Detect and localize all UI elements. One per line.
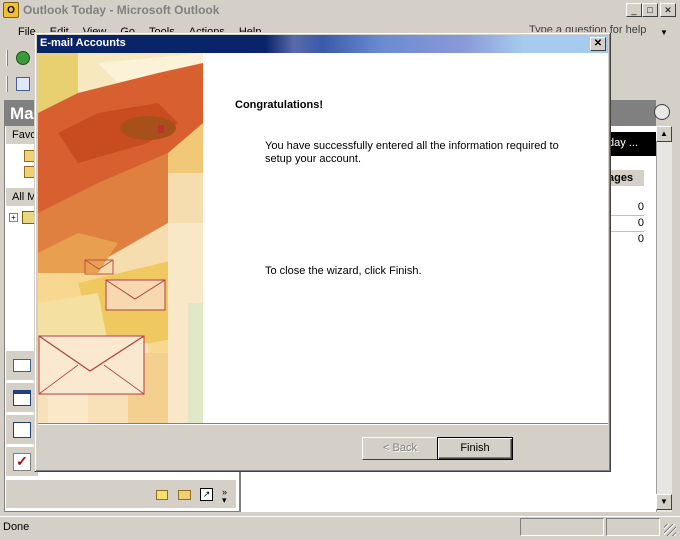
- status-cell-1: [520, 518, 604, 536]
- main-titlebar: O Outlook Today - Microsoft Outlook: [0, 0, 680, 20]
- close-button[interactable]: ✕: [660, 3, 676, 17]
- vertical-scrollbar[interactable]: [656, 126, 672, 512]
- address-book-icon[interactable]: [16, 77, 30, 91]
- dialog-close-button[interactable]: ✕: [590, 37, 606, 51]
- resize-grip-icon[interactable]: [664, 524, 676, 536]
- maximize-button[interactable]: □: [642, 3, 658, 17]
- inbox-count: 0: [637, 201, 644, 213]
- back-button[interactable]: < Back: [362, 437, 438, 460]
- status-cell-2: [606, 518, 660, 536]
- dialog-separator: [38, 423, 608, 425]
- outlook-app-icon: O: [3, 2, 19, 18]
- notes-icon[interactable]: [156, 490, 168, 500]
- mail-icon: [13, 359, 31, 372]
- calendar-icon: [13, 390, 31, 406]
- congratulations-heading: Congratulations!: [235, 99, 323, 111]
- contacts-icon: [13, 422, 31, 438]
- dialog-titlebar: E-mail Accounts: [37, 35, 608, 53]
- folder-list-icon[interactable]: [178, 490, 191, 500]
- navigation-shortcuts-bar: ↗ » ▾: [6, 480, 236, 508]
- tasks-icon: ✓: [13, 453, 31, 471]
- scroll-up-arrow-icon[interactable]: ▲: [656, 126, 672, 142]
- status-text: Done: [3, 521, 30, 533]
- shortcuts-icon[interactable]: ↗: [200, 488, 213, 501]
- outlook-today-icon: [654, 104, 670, 120]
- wizard-banner-image: [38, 53, 203, 423]
- medium-envelope-icon: [105, 279, 166, 311]
- new-item-icon[interactable]: [16, 51, 30, 65]
- help-dropdown-icon[interactable]: ▼: [660, 28, 668, 37]
- drafts-count: 0: [637, 217, 644, 229]
- configure-buttons-icon[interactable]: » ▾: [222, 488, 227, 505]
- minimize-button[interactable]: _: [626, 3, 642, 17]
- finish-instruction: To close the wizard, click Finish.: [265, 265, 422, 277]
- finish-button[interactable]: Finish: [437, 437, 513, 460]
- outbox-count: 0: [637, 233, 644, 245]
- expand-icon[interactable]: +: [9, 213, 18, 222]
- date-banner: day ...: [604, 132, 656, 156]
- scroll-down-arrow-icon[interactable]: ▼: [656, 494, 672, 510]
- main-window-title: Outlook Today - Microsoft Outlook: [23, 3, 220, 17]
- large-envelope-icon: [38, 335, 145, 395]
- success-message: You have successfully entered all the in…: [265, 140, 559, 165]
